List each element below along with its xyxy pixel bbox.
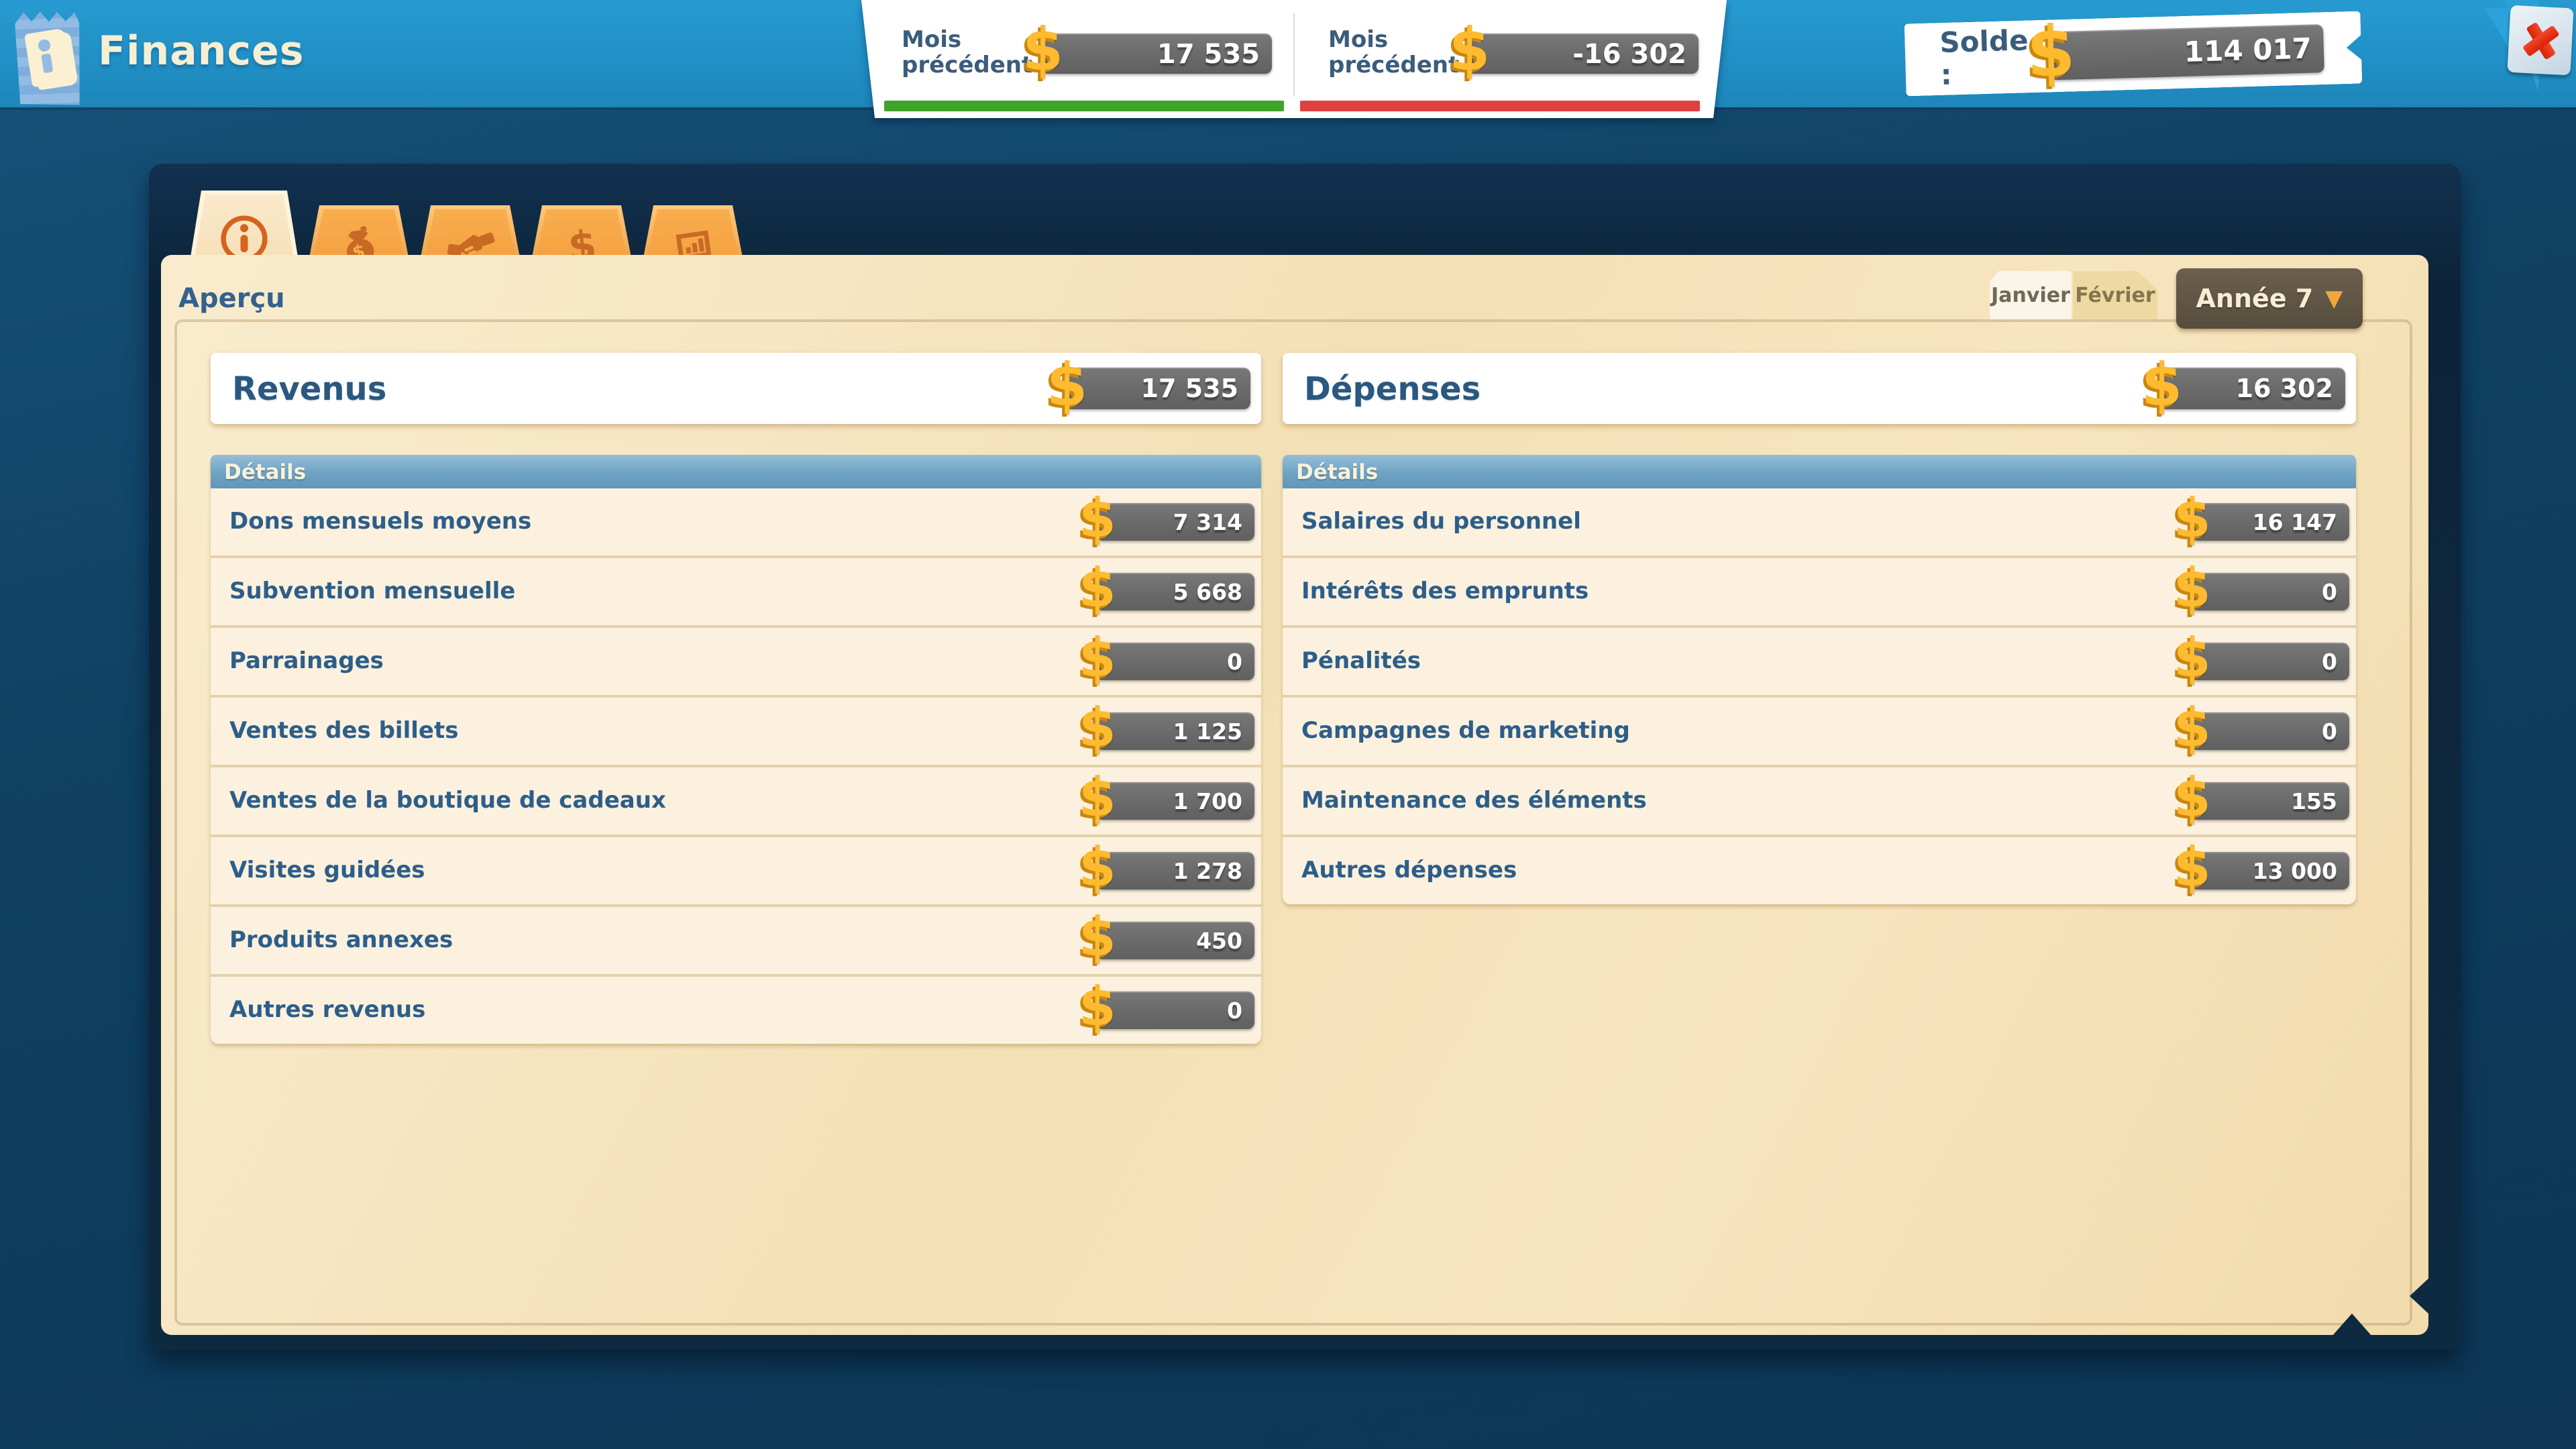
finances-ledger-icon <box>15 8 83 107</box>
expenses-rows: Salaires du personnel$16 147 Intérêts de… <box>1283 488 2356 904</box>
balance-chip: $ 114 017 <box>2049 24 2324 80</box>
finances-window: Finances Mois précédent $ 17 535 Mois pr… <box>0 0 2576 1449</box>
table-row: Intérêts des emprunts$0 <box>1283 555 2356 625</box>
dollar-icon: $ <box>2141 357 2182 416</box>
expenses-total-card: Dépenses $ 16 302 <box>1283 353 2356 424</box>
revenues-rows: Dons mensuels moyens$7 314 Subvention me… <box>211 488 1261 1044</box>
prev-month-expense: Mois précédent $ -16 302 <box>1328 19 1701 89</box>
prev-month-income: Mois précédent $ 17 535 <box>902 19 1275 89</box>
table-row: Maintenance des éléments$155 <box>1283 765 2356 835</box>
revenues-details-header: Détails <box>211 455 1261 488</box>
table-row: Parrainages$0 <box>211 625 1261 695</box>
dollar-icon: $ <box>2174 841 2211 895</box>
table-row: Dons mensuels moyens$7 314 <box>211 488 1261 555</box>
table-row: Visites guidées$1 278 <box>211 835 1261 904</box>
table-row: Ventes de la boutique de cadeaux$1 700 <box>211 765 1261 835</box>
dollar-icon: $ <box>1079 771 1116 825</box>
dollar-icon: $ <box>1079 702 1116 755</box>
finances-panel-frame: $ <box>149 164 2461 1350</box>
table-row: Salaires du personnel$16 147 <box>1283 488 2356 555</box>
dollar-icon: $ <box>1079 841 1116 895</box>
income-trend-bar <box>884 101 1284 111</box>
expenses-title: Dépenses <box>1304 370 1481 407</box>
table-row: Ventes des billets$1 125 <box>211 695 1261 765</box>
revenues-total-card: Revenus $ 17 535 <box>211 353 1261 424</box>
table-row: Campagnes de marketing$0 <box>1283 695 2356 765</box>
window-title: Finances <box>98 28 304 75</box>
table-row: Autres revenus$0 <box>211 974 1261 1044</box>
revenues-title: Revenus <box>232 370 386 407</box>
prev-month-income-label: Mois précédent <box>902 29 1041 79</box>
dollar-icon: $ <box>1079 981 1116 1034</box>
dollar-icon: $ <box>2026 17 2076 89</box>
dollar-icon: $ <box>1079 632 1116 686</box>
torn-notch-right <box>2410 1277 2430 1315</box>
stats-divider <box>1293 13 1295 97</box>
revenues-total-chip: $ 17 535 <box>1065 368 1250 409</box>
dollar-icon: $ <box>2174 632 2211 686</box>
dollar-icon: $ <box>2174 771 2211 825</box>
close-button[interactable] <box>2507 5 2573 76</box>
prev-month-income-chip: $ 17 535 <box>1041 34 1272 74</box>
revenues-column: Revenus $ 17 535 Détails Dons mensuels m… <box>211 255 1261 1335</box>
dollar-icon: $ <box>2174 702 2211 755</box>
previous-months-summary: Mois précédent $ 17 535 Mois précédent $… <box>861 0 1727 118</box>
dollar-icon: $ <box>2174 562 2211 616</box>
expenses-details-header: Détails <box>1283 455 2356 488</box>
prev-month-expense-label: Mois précédent <box>1328 29 1468 79</box>
prev-month-expense-chip: $ -16 302 <box>1468 34 1699 74</box>
dollar-icon: $ <box>1079 562 1116 616</box>
table-row: Subvention mensuelle$5 668 <box>211 555 1261 625</box>
table-row: Autres dépenses$13 000 <box>1283 835 2356 904</box>
dollar-icon: $ <box>1449 21 1490 80</box>
dollar-icon: $ <box>1046 357 1087 416</box>
balance-card: Solde : $ 114 017 <box>1904 11 2363 97</box>
overview-sheet: Aperçu Janvier Février Année 7 ▼ Revenus… <box>161 255 2428 1335</box>
dollar-icon: $ <box>1079 911 1116 965</box>
close-icon <box>2514 13 2567 67</box>
dollar-icon: $ <box>2174 492 2211 546</box>
expense-trend-bar <box>1300 101 1700 111</box>
expenses-total-chip: $ 16 302 <box>2160 368 2345 409</box>
dollar-icon: $ <box>1079 492 1116 546</box>
dollar-icon: $ <box>1022 21 1063 80</box>
table-row: Pénalités$0 <box>1283 625 2356 695</box>
expenses-column: Dépenses $ 16 302 Détails Salaires du pe… <box>1283 255 2356 1335</box>
table-row: Produits annexes$450 <box>211 904 1261 974</box>
